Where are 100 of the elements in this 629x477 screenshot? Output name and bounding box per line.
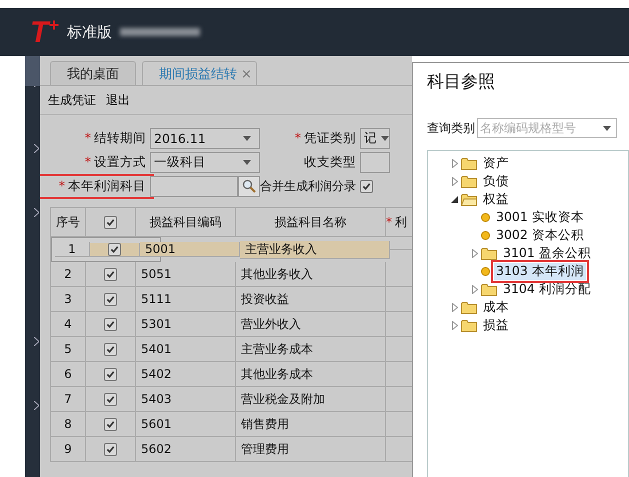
- chevron-icon[interactable]: [34, 337, 39, 346]
- dialog-title: 科目参照: [427, 71, 496, 94]
- table-cell: 销售费用: [241, 416, 289, 432]
- toolbar-button[interactable]: 生成凭证: [48, 92, 96, 108]
- collapsed-triangle-icon[interactable]: [452, 320, 458, 330]
- table-cell: 4: [64, 317, 72, 331]
- chevron-icon[interactable]: [34, 144, 39, 153]
- checkbox[interactable]: [104, 318, 117, 330]
- table-cell: 2: [64, 267, 72, 281]
- dot-icon: [481, 266, 490, 276]
- checkbox[interactable]: [104, 342, 117, 356]
- table-cell: 3: [64, 292, 72, 306]
- field-label: 本年利润科目: [68, 178, 146, 194]
- input-field[interactable]: [150, 176, 238, 196]
- table-cell: 5403: [141, 392, 172, 406]
- edition-label: 标准版: [66, 22, 112, 42]
- required-mark: *: [386, 215, 392, 229]
- checkbox-label: 合并生成利润分录: [260, 178, 357, 194]
- dot-icon: [481, 230, 490, 240]
- table-cell: 5401: [141, 342, 172, 356]
- checkbox[interactable]: [104, 418, 117, 430]
- table-cell: 1: [68, 242, 76, 256]
- caret-icon: [243, 136, 251, 140]
- table-cell: 管理费用: [241, 440, 289, 458]
- table-cell: 6: [64, 367, 72, 381]
- tree-item[interactable]: 资产: [481, 154, 511, 172]
- field-label: 设置方式: [94, 154, 146, 170]
- tab[interactable]: 我的桌面: [50, 61, 136, 85]
- tree-item[interactable]: 3101 盈余公积: [501, 244, 593, 262]
- collapsed-triangle-icon[interactable]: [452, 302, 458, 312]
- tree-item[interactable]: 成本: [481, 298, 511, 316]
- table-cell: 营业外收入: [241, 316, 301, 332]
- column-header: 利: [395, 214, 407, 230]
- tree-item[interactable]: 负债: [481, 172, 511, 190]
- folder-icon: [461, 300, 477, 314]
- required-mark: *: [58, 178, 65, 194]
- collapsed-triangle-icon[interactable]: [472, 284, 478, 294]
- table-cell: 5051: [141, 267, 172, 281]
- tree-item[interactable]: 3103 本年利润: [494, 262, 586, 280]
- table-cell: 主营业务收入: [245, 240, 317, 258]
- input-field[interactable]: [360, 152, 390, 172]
- caret-icon: [243, 160, 251, 164]
- checkbox[interactable]: [104, 292, 117, 306]
- folder-icon: [481, 246, 497, 260]
- table-cell: 8: [64, 417, 72, 431]
- checkbox[interactable]: [104, 268, 117, 280]
- dot-icon: [481, 212, 490, 222]
- expanded-triangle-icon[interactable]: [451, 196, 458, 202]
- folder-icon: [461, 318, 477, 332]
- tree-item[interactable]: 损益: [481, 316, 511, 334]
- collapsed-triangle-icon[interactable]: [452, 176, 458, 186]
- table-cell: 5001: [145, 242, 176, 256]
- tree-item[interactable]: 3002 资本公积: [494, 226, 586, 244]
- folder-icon: [461, 156, 477, 170]
- folder-icon: [461, 192, 477, 206]
- column-header: 损益科目名称: [274, 214, 346, 230]
- dropdown[interactable]: 2016.11: [150, 128, 260, 148]
- table-cell: 营业税金及附加: [241, 390, 325, 408]
- table-cell: 主营业务成本: [241, 340, 313, 358]
- column-header: 损益科目编码: [150, 214, 222, 230]
- tree-item[interactable]: 权益: [481, 190, 511, 208]
- field-label: 收支类型: [304, 154, 356, 170]
- checkbox[interactable]: [104, 442, 117, 456]
- checkbox[interactable]: [108, 242, 121, 256]
- dropdown[interactable]: 记: [360, 128, 390, 148]
- table-cell: 5111: [141, 292, 172, 306]
- table-cell: 投资收益: [241, 290, 289, 308]
- folder-icon: [481, 282, 497, 296]
- collapsed-triangle-icon[interactable]: [472, 248, 478, 258]
- search-button[interactable]: [238, 176, 260, 196]
- table-cell: 5301: [141, 317, 172, 331]
- table-cell: 其他业务收入: [241, 266, 313, 282]
- table-cell: 5402: [141, 367, 172, 381]
- table-cell: 5: [64, 342, 72, 356]
- chevron-icon[interactable]: [34, 401, 39, 410]
- required-mark: *: [84, 130, 91, 146]
- field-label: 查询类别: [427, 120, 475, 136]
- tree-item[interactable]: 3001 实收资本: [494, 208, 586, 226]
- chevron-icon[interactable]: [34, 208, 39, 217]
- folder-icon: [461, 174, 477, 188]
- table-cell: 7: [64, 392, 72, 406]
- collapsed-triangle-icon[interactable]: [452, 158, 458, 168]
- checkbox[interactable]: [104, 216, 117, 228]
- field-label: 结转期间: [94, 130, 146, 146]
- field-label: 凭证类别: [304, 130, 356, 146]
- tree-item[interactable]: 3104 利润分配: [501, 280, 593, 298]
- checkbox[interactable]: [104, 392, 117, 406]
- table-cell: 5602: [141, 442, 172, 456]
- checkbox[interactable]: [104, 368, 117, 380]
- required-mark: *: [84, 154, 91, 170]
- table-cell: 5601: [141, 417, 172, 431]
- caret-icon: [381, 136, 389, 140]
- checkbox[interactable]: [360, 180, 373, 192]
- dropdown[interactable]: 一级科目: [150, 152, 260, 172]
- table-cell: 9: [64, 442, 72, 456]
- caret-icon: [603, 126, 611, 130]
- column-header: 序号: [56, 214, 80, 230]
- logo: T$^{+}$: [30, 14, 59, 50]
- required-mark: *: [294, 130, 301, 146]
- toolbar-button[interactable]: 退出: [106, 92, 130, 108]
